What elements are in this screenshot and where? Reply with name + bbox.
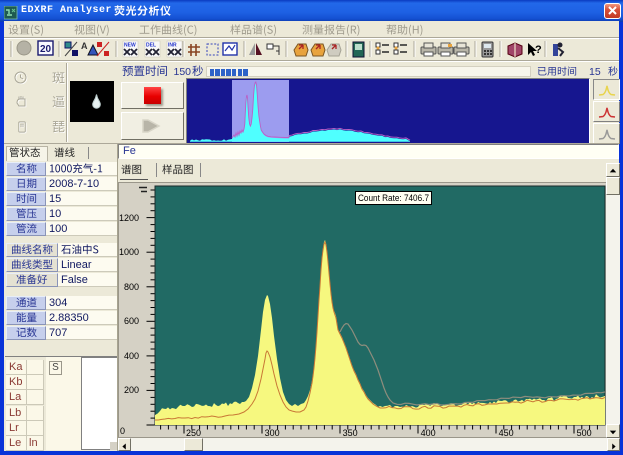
svg-text:400: 400 (421, 428, 436, 438)
svg-text:INR: INR (168, 43, 177, 49)
svg-text:350: 350 (343, 428, 358, 438)
svg-text:400: 400 (124, 351, 139, 361)
svg-text:200: 200 (124, 385, 139, 395)
svg-text:A: A (81, 41, 88, 51)
svg-text:20: 20 (40, 44, 52, 55)
svg-text:1000: 1000 (119, 247, 139, 257)
svg-text:?: ? (535, 44, 542, 56)
svg-text:450: 450 (499, 428, 514, 438)
svg-text:600: 600 (124, 316, 139, 326)
svg-text:DEL: DEL (146, 43, 156, 49)
svg-text:Count Rate: 7406.7: Count Rate: 7406.7 (358, 193, 429, 203)
svg-text:NEW: NEW (124, 43, 136, 49)
svg-text:800: 800 (124, 282, 139, 292)
svg-text:300: 300 (265, 428, 280, 438)
svg-text:1200: 1200 (119, 213, 139, 223)
svg-text:500: 500 (577, 428, 592, 438)
svg-text:250: 250 (186, 428, 201, 438)
svg-text:0: 0 (120, 426, 125, 436)
